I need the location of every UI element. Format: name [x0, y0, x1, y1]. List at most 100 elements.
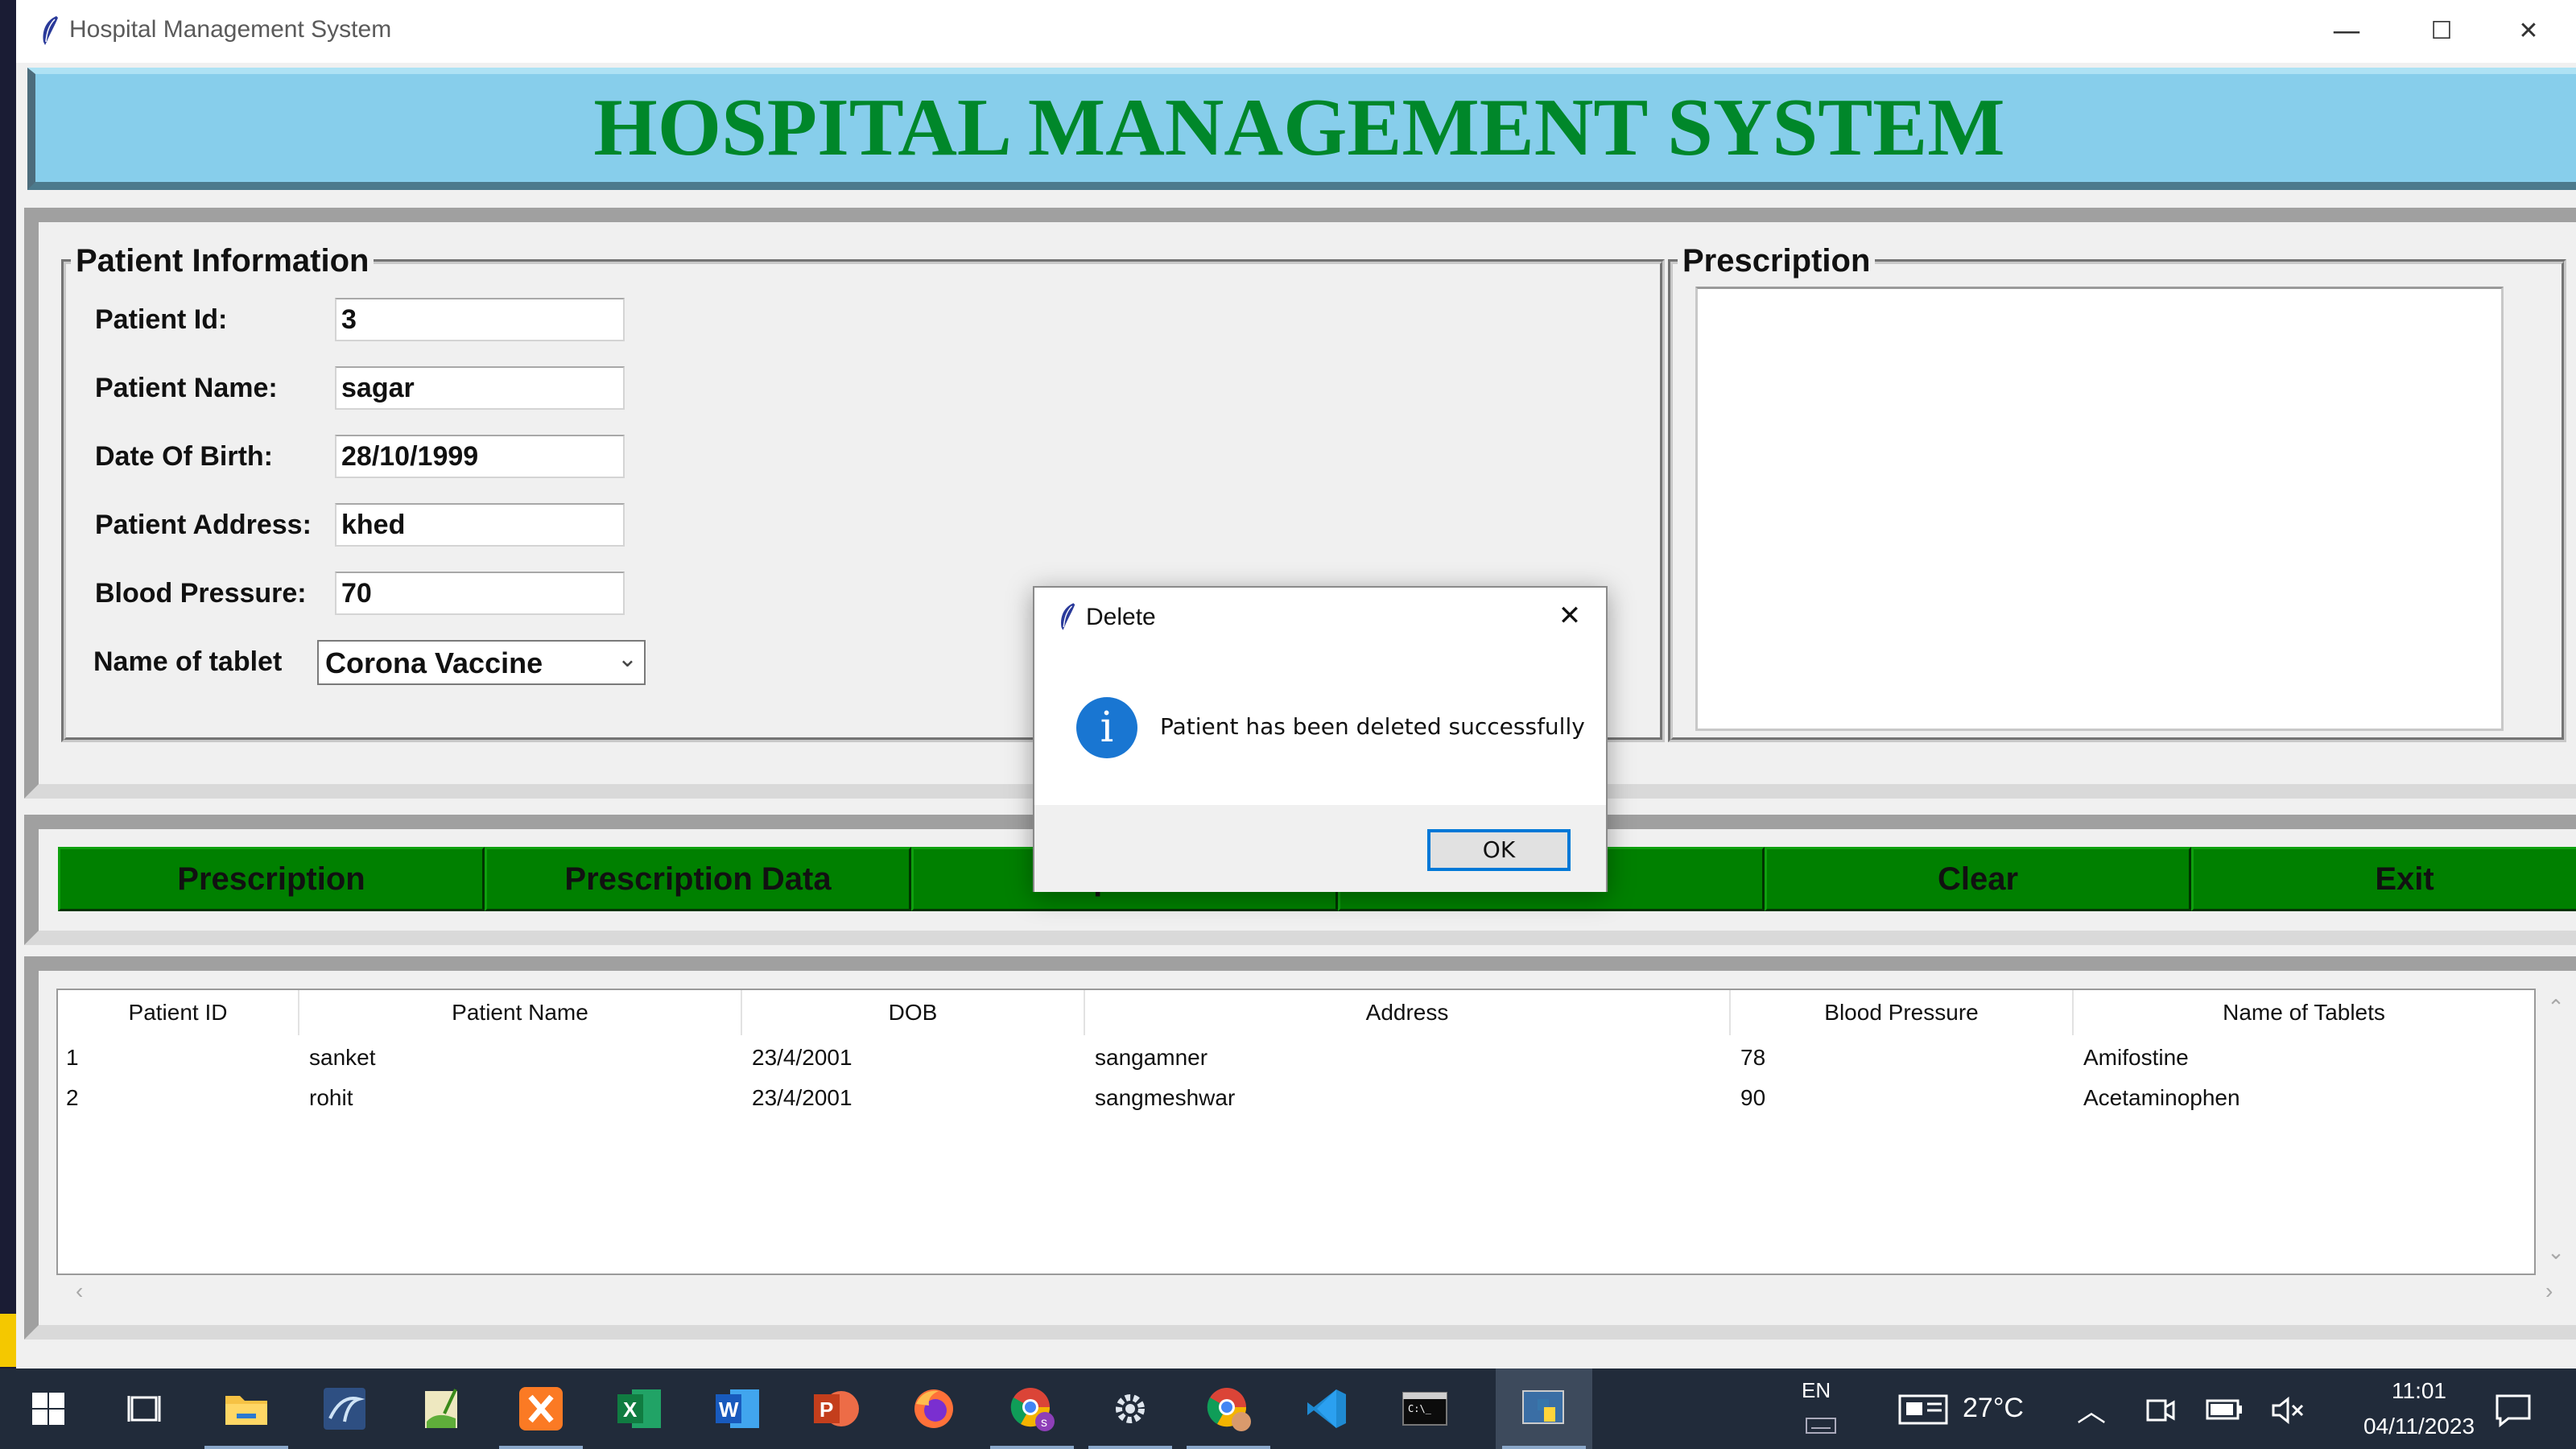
- column-header-patient-id[interactable]: Patient ID: [58, 990, 299, 1035]
- info-icon: i: [1076, 697, 1137, 758]
- temperature-label[interactable]: 27°C: [1963, 1393, 2024, 1424]
- cell-patient-name: rohit: [309, 1085, 353, 1110]
- address-field[interactable]: khed: [335, 503, 625, 547]
- clear-button[interactable]: Clear: [1765, 847, 2191, 911]
- cell-dob: 23/4/2001: [752, 1045, 852, 1070]
- notepad-plus-plus-icon[interactable]: [394, 1368, 491, 1449]
- tk-feather-icon: [43, 16, 58, 45]
- clock-date[interactable]: 04/11/2023: [2334, 1414, 2504, 1439]
- cell-patient-id: 2: [66, 1085, 79, 1110]
- running-indicator: [1088, 1446, 1172, 1449]
- tk-feather-icon: [1061, 603, 1075, 630]
- firefox-icon[interactable]: [886, 1368, 982, 1449]
- running-indicator: [990, 1446, 1074, 1449]
- file-explorer-icon[interactable]: [198, 1368, 295, 1449]
- chrome-profile-icon[interactable]: s: [984, 1368, 1080, 1449]
- mute-icon[interactable]: [2270, 1394, 2306, 1426]
- running-indicator: [204, 1446, 288, 1449]
- tablet-select[interactable]: Corona Vaccine ⌄: [317, 640, 646, 685]
- page-title: HOSPITAL MANAGEMENT SYSTEM: [593, 82, 2005, 173]
- taskbar: X W P s C:\_ EN 27°C ︿ 11:01 04/11/2023: [0, 1368, 2576, 1449]
- weather-news-icon[interactable]: [1898, 1393, 1950, 1426]
- keyboard-icon[interactable]: [1805, 1415, 1837, 1435]
- window-title: Hospital Management System: [69, 16, 392, 43]
- task-view-icon[interactable]: [97, 1368, 193, 1449]
- prescription-text-area[interactable]: [1695, 287, 2504, 731]
- dob-label: Date Of Birth:: [95, 441, 273, 472]
- cell-patient-id: 1: [66, 1045, 79, 1070]
- xampp-icon[interactable]: [493, 1368, 589, 1449]
- column-header-dob[interactable]: DOB: [742, 990, 1085, 1035]
- battery-icon[interactable]: [2206, 1396, 2244, 1423]
- ok-button[interactable]: OK: [1427, 829, 1571, 871]
- cell-tablets: Amifostine: [2083, 1045, 2189, 1070]
- horizontal-scrollbar[interactable]: ‹ ›: [56, 1277, 2576, 1309]
- dialog-title: Delete: [1086, 604, 1156, 630]
- svg-text:s: s: [1041, 1416, 1047, 1430]
- header-banner: HOSPITAL MANAGEMENT SYSTEM: [27, 68, 2576, 190]
- svg-text:C:\_: C:\_: [1408, 1403, 1432, 1414]
- desktop-accent: [0, 1314, 18, 1367]
- cell-address: sangmeshwar: [1095, 1085, 1236, 1110]
- prescription-data-button[interactable]: Prescription Data: [485, 847, 911, 911]
- scroll-right-icon[interactable]: ›: [2545, 1278, 2553, 1304]
- language-indicator[interactable]: EN: [1802, 1378, 1831, 1403]
- column-header-blood-pressure[interactable]: Blood Pressure: [1731, 990, 2074, 1035]
- running-indicator: [1502, 1446, 1586, 1449]
- svg-text:X: X: [623, 1397, 638, 1422]
- column-header-address[interactable]: Address: [1085, 990, 1731, 1035]
- minimize-button[interactable]: —: [2302, 10, 2391, 53]
- prescription-button[interactable]: Prescription: [58, 847, 485, 911]
- cell-tablets: Acetaminophen: [2083, 1085, 2240, 1110]
- patient-id-label: Patient Id:: [95, 304, 228, 335]
- maximize-button[interactable]: ☐: [2397, 10, 2486, 53]
- terminal-icon[interactable]: C:\_: [1377, 1368, 1473, 1449]
- column-header-tablets[interactable]: Name of Tablets: [2074, 990, 2534, 1035]
- scroll-left-icon[interactable]: ‹: [76, 1278, 83, 1304]
- mysql-workbench-icon[interactable]: [296, 1368, 393, 1449]
- patient-table[interactable]: Patient ID Patient Name DOB Address Bloo…: [56, 989, 2536, 1275]
- blood-pressure-label: Blood Pressure:: [95, 578, 307, 609]
- excel-icon[interactable]: X: [591, 1368, 687, 1449]
- delete-dialog: Delete ✕ i Patient has been deleted succ…: [1033, 586, 1608, 892]
- cell-dob: 23/4/2001: [752, 1085, 852, 1110]
- exit-button[interactable]: Exit: [2191, 847, 2576, 911]
- windows-start-icon[interactable]: [0, 1368, 97, 1449]
- meet-now-icon[interactable]: [2145, 1394, 2177, 1426]
- python-idle-icon[interactable]: [1496, 1368, 1592, 1449]
- cell-blood-pressure: 78: [1740, 1045, 1766, 1070]
- title-bar: Hospital Management System — ☐ ✕: [16, 0, 2576, 63]
- svg-text:P: P: [819, 1397, 833, 1422]
- dialog-close-button[interactable]: ✕: [1550, 596, 1590, 636]
- notification-icon[interactable]: [2494, 1393, 2533, 1428]
- settings-icon[interactable]: [1082, 1368, 1179, 1449]
- chevron-up-icon[interactable]: ︿: [2077, 1388, 2106, 1430]
- scroll-up-icon[interactable]: ⌃: [2536, 995, 2576, 1020]
- chrome-icon[interactable]: [1180, 1368, 1277, 1449]
- cell-blood-pressure: 90: [1740, 1085, 1766, 1110]
- running-indicator: [499, 1446, 583, 1449]
- address-label: Patient Address:: [95, 510, 312, 540]
- running-indicator: [1187, 1446, 1270, 1449]
- patient-info-label: Patient Information: [71, 243, 374, 279]
- patient-id-field[interactable]: 3: [335, 298, 625, 341]
- tablet-label: Name of tablet: [93, 646, 283, 677]
- vertical-scrollbar[interactable]: ⌃ ⌄: [2536, 989, 2576, 1275]
- cell-patient-name: sanket: [309, 1045, 376, 1070]
- vscode-icon[interactable]: [1278, 1368, 1375, 1449]
- svg-text:W: W: [719, 1397, 739, 1422]
- close-button[interactable]: ✕: [2484, 10, 2573, 53]
- powerpoint-icon[interactable]: P: [787, 1368, 884, 1449]
- blood-pressure-field[interactable]: 70: [335, 572, 625, 615]
- tablet-select-value: Corona Vaccine: [325, 646, 543, 679]
- patient-name-field[interactable]: sagar: [335, 366, 625, 410]
- chevron-down-icon[interactable]: ⌄: [617, 645, 638, 673]
- desktop-background: [0, 0, 18, 1368]
- column-header-patient-name[interactable]: Patient Name: [299, 990, 742, 1035]
- word-icon[interactable]: W: [689, 1368, 786, 1449]
- app-window: Hospital Management System — ☐ ✕ HOSPITA…: [16, 0, 2576, 1368]
- clock-time[interactable]: 11:01: [2359, 1378, 2479, 1404]
- dob-field[interactable]: 28/10/1999: [335, 435, 625, 478]
- scroll-down-icon[interactable]: ⌄: [2536, 1240, 2576, 1265]
- dialog-message: Patient has been deleted successfully: [1160, 713, 1585, 740]
